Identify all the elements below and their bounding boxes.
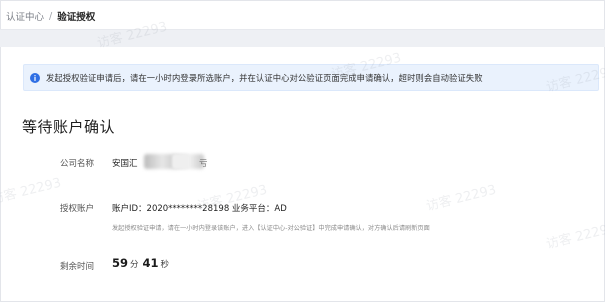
breadcrumb: 认证中心 / 验证授权 — [6, 9, 96, 24]
countdown-timer: 59 分 41 秒 — [112, 256, 173, 270]
section-spacer — [0, 30, 605, 47]
breadcrumb-current: 验证授权 — [57, 12, 96, 23]
account-hint: 发起授权验证申请，请在一小时内登录该账户，进入【认证中心-对公验证】中完成申请确… — [112, 225, 430, 232]
page-title: 等待账户确认 — [22, 118, 116, 136]
account-value: 账户ID：2020********28198 业务平台：AD — [112, 204, 287, 214]
redaction-mask — [172, 154, 190, 169]
company-label: 公司名称 — [60, 159, 95, 169]
notice-text: 发起授权验证申请后，请在一小时内登录所选账户，并在认证中心对公验证页面完成申请确… — [46, 72, 483, 83]
notice-banner: 发起授权验证申请后，请在一小时内登录所选账户，并在认证中心对公验证页面完成申请确… — [23, 64, 599, 91]
account-label: 授权账户 — [60, 204, 95, 214]
remaining-time-label: 剩余时间 — [60, 262, 95, 272]
breadcrumb-link-certification-center[interactable]: 认证中心 — [6, 9, 44, 23]
countdown-seconds-unit: 秒 — [160, 260, 170, 270]
company-value: 安国汇 — [112, 159, 138, 169]
company-value-tail: 亏 — [199, 159, 208, 169]
countdown-minutes: 59 — [112, 256, 129, 270]
countdown-seconds: 41 — [142, 256, 159, 270]
info-icon — [30, 72, 40, 83]
breadcrumb-separator: / — [49, 10, 53, 22]
countdown-minutes-unit: 分 — [130, 260, 139, 270]
